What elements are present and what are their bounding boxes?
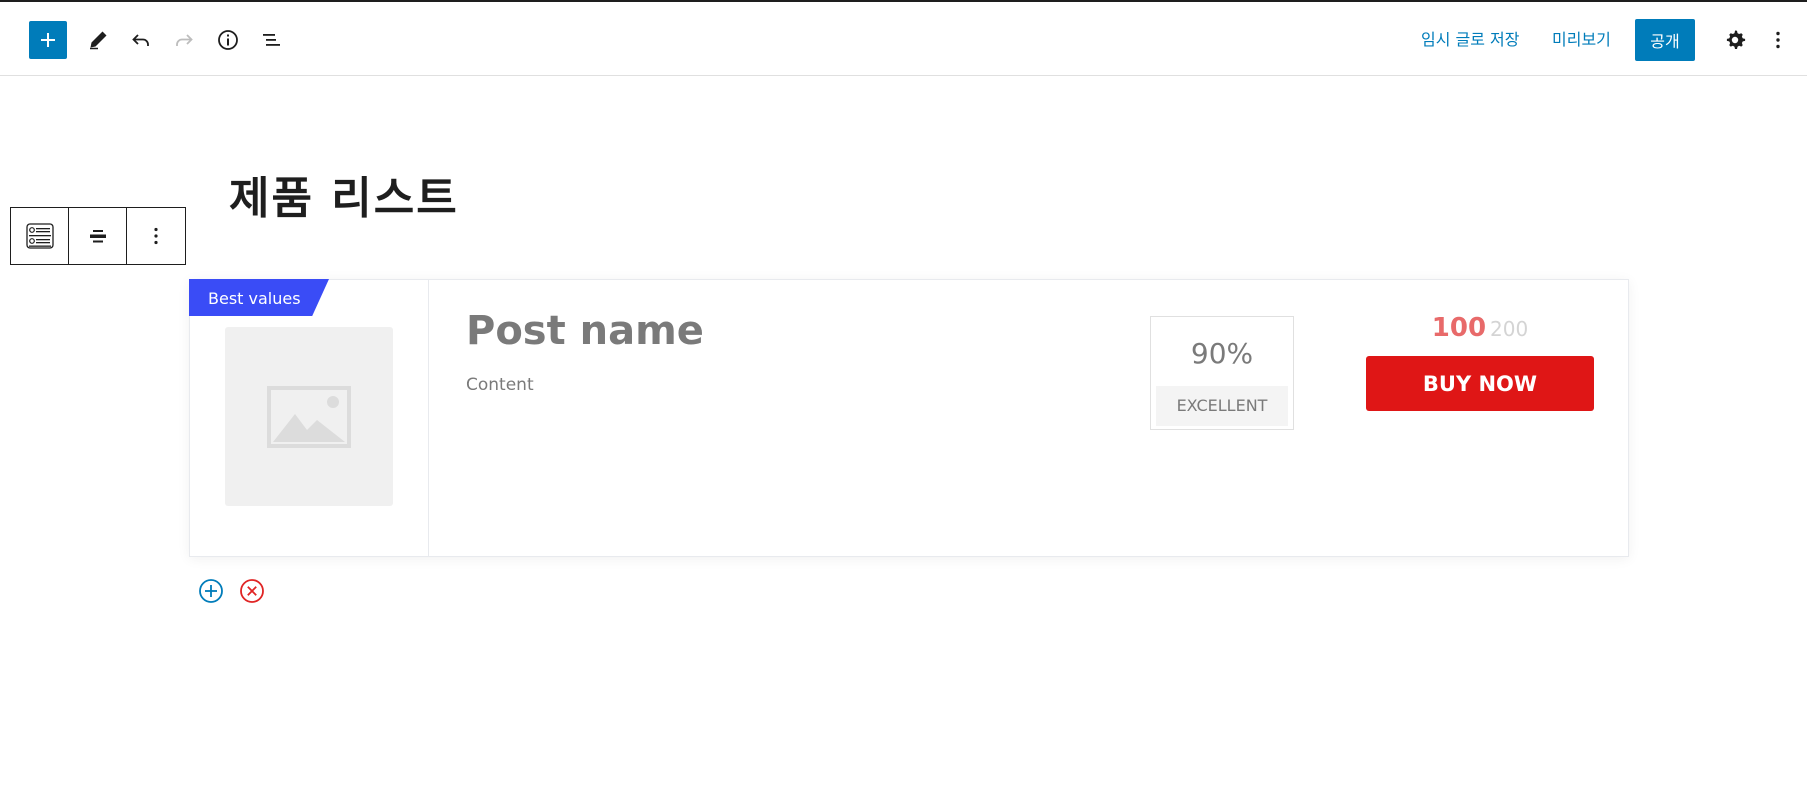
pencil-icon bbox=[90, 31, 107, 50]
page-title[interactable]: 제품 리스트 bbox=[229, 162, 459, 226]
ribbon-badge[interactable]: Best values bbox=[189, 279, 329, 316]
preview-button[interactable]: 미리보기 bbox=[1552, 26, 1611, 50]
gear-icon bbox=[1726, 30, 1746, 49]
add-circle-icon bbox=[199, 579, 223, 603]
vertical-ellipsis-icon bbox=[1776, 31, 1780, 49]
remove-circle-icon bbox=[240, 579, 264, 603]
options-button[interactable] bbox=[1760, 20, 1796, 60]
save-draft-button[interactable]: 임시 글로 저장 bbox=[1421, 26, 1520, 50]
add-block-button[interactable] bbox=[29, 21, 67, 59]
score-box: 90% EXCELLENT bbox=[1150, 316, 1294, 430]
post-content[interactable]: Content bbox=[466, 375, 534, 395]
product-image-column bbox=[190, 280, 429, 556]
old-price[interactable]: 200 bbox=[1490, 317, 1528, 341]
product-list-item[interactable]: Best values Post name Content 90% EXCELL… bbox=[189, 279, 1629, 557]
undo-button[interactable] bbox=[121, 20, 161, 60]
redo-icon bbox=[176, 34, 193, 46]
product-image[interactable] bbox=[225, 327, 393, 506]
product-list-block-icon bbox=[25, 223, 54, 249]
align-button[interactable] bbox=[69, 208, 127, 264]
align-center-icon bbox=[89, 230, 106, 243]
price-row: 100 200 bbox=[1366, 313, 1594, 343]
remove-item-button[interactable] bbox=[238, 577, 266, 605]
tools-button[interactable] bbox=[78, 20, 118, 60]
price[interactable]: 100 bbox=[1432, 313, 1486, 343]
list-view-button[interactable] bbox=[252, 20, 292, 60]
block-toolbar bbox=[10, 207, 186, 265]
block-options-button[interactable] bbox=[127, 208, 185, 264]
undo-icon bbox=[132, 34, 149, 46]
settings-button[interactable] bbox=[1715, 20, 1755, 60]
score-value[interactable]: 90% bbox=[1151, 337, 1293, 370]
editor-topbar: 임시 글로 저장 미리보기 공개 bbox=[0, 2, 1807, 76]
block-type-button[interactable] bbox=[11, 208, 69, 264]
redo-button[interactable] bbox=[164, 20, 204, 60]
info-icon bbox=[218, 30, 238, 50]
details-button[interactable] bbox=[208, 20, 248, 60]
score-label[interactable]: EXCELLENT bbox=[1156, 386, 1288, 426]
row-actions bbox=[197, 577, 266, 605]
post-name[interactable]: Post name bbox=[466, 308, 704, 354]
list-view-icon bbox=[263, 34, 280, 46]
add-item-button[interactable] bbox=[197, 577, 225, 605]
image-placeholder-icon bbox=[267, 385, 351, 448]
publish-button[interactable]: 공개 bbox=[1635, 19, 1695, 61]
buy-now-button[interactable]: BUY NOW bbox=[1366, 356, 1594, 411]
plus-icon bbox=[41, 33, 55, 47]
vertical-ellipsis-icon bbox=[154, 227, 158, 245]
